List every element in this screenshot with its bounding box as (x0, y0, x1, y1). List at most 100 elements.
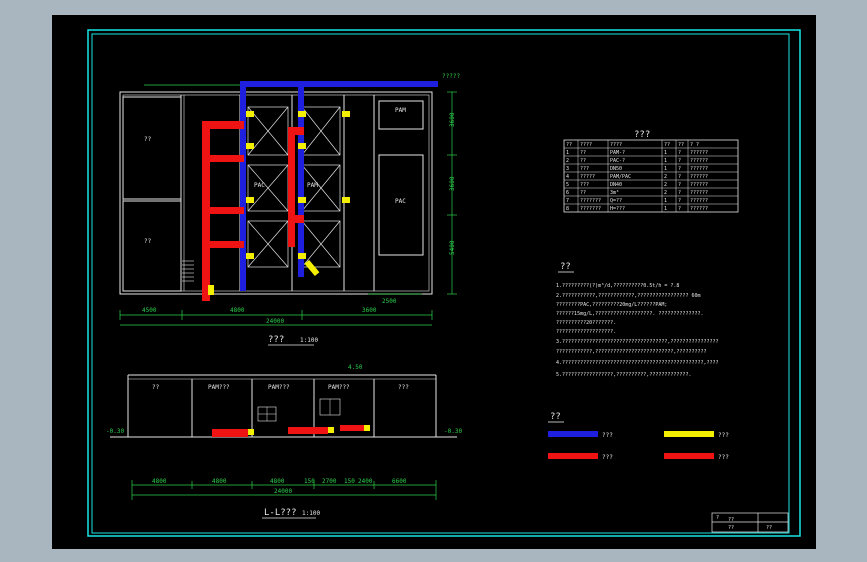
equipment-table: ??????????????? ?1?? PAM-? 1? ??????2?? PAC-… (563, 139, 739, 213)
table-cell: 1 (664, 166, 667, 172)
plan-outer-wall (119, 91, 433, 295)
table-header-cell: ?? (678, 142, 684, 148)
table-header-cell: ?? (664, 142, 670, 148)
table-cell: ?? (580, 190, 586, 196)
notes-body: 1.?????????(?)m³/d,??????????0.5t/h = ?.… (556, 283, 719, 378)
section-dim-4: 150 (304, 478, 315, 485)
table-cell: ?????? (690, 158, 708, 164)
table-cell: PAM/PAC (610, 174, 631, 180)
section-dim-2: 4800 (212, 478, 227, 485)
plan-dim-2: 3600 (362, 307, 377, 314)
table-cell: 7 (566, 198, 569, 204)
table-cell: 1 (664, 158, 667, 164)
table-cell: ? (678, 158, 681, 164)
table-cell: ??? (580, 182, 589, 188)
table-cell: ????? (580, 174, 595, 180)
table-cell: ? (678, 166, 681, 172)
note-line-7: 3.???????????????????????????????????,??… (556, 339, 719, 345)
table-cell: 3m³ (610, 190, 619, 196)
legend-swatch-red-2 (664, 453, 714, 459)
table-cell: ? (678, 190, 681, 196)
table-cell: 5 (566, 182, 569, 188)
section-scale: 1:100 (302, 510, 320, 517)
plan-view (119, 91, 433, 295)
notes-title: ?? (560, 262, 571, 272)
table-title: ??? (634, 130, 650, 140)
section-dim-total: 24000 (274, 488, 292, 495)
legend-swatch-blue (548, 431, 598, 437)
table-cell: DN40 (610, 182, 622, 188)
section-dim-7: 2400 (358, 478, 373, 485)
note-line-6: ???????????????????. (556, 329, 616, 335)
note-line-10: 5.?????????????????,??????????,?????????… (556, 372, 691, 378)
legend-label-2: ??? (718, 432, 729, 439)
plan-pac-tank (378, 154, 424, 256)
title-block-3: ?? (728, 525, 734, 531)
table-cell: 2 (664, 182, 667, 188)
note-line-9: 4.??????????????????????????????????????… (556, 360, 719, 366)
note-line-5: ??????????20???????. (556, 320, 616, 326)
section-dim-6: 150 (344, 478, 355, 485)
table-cell: ?????? (690, 198, 708, 204)
table-cell: DN50 (610, 166, 622, 172)
table-cell: 8 (566, 206, 569, 212)
section-room-2: PAM??? (208, 384, 230, 391)
table-cell: ??????? (580, 198, 601, 204)
plan-pam-center-label: PAM (307, 182, 318, 189)
section-level-right: -0.30 (444, 428, 462, 435)
table-header-cell: ?? (566, 142, 572, 148)
plan-dim-total: 24000 (266, 318, 284, 325)
table-cell: PAM-? (610, 150, 625, 156)
plan-scale: 1:100 (300, 337, 318, 344)
table-cell: ?????? (690, 150, 708, 156)
table-cell: ? (678, 150, 681, 156)
plan-dim-4: 2500 (382, 298, 397, 305)
table-cell: ?????? (690, 206, 708, 212)
table-cell: ?? (580, 158, 586, 164)
table-cell: ?????? (690, 182, 708, 188)
plan-dim-1: 4500 (142, 307, 157, 314)
red-pipe-branch-1 (202, 121, 244, 129)
section-dim-5: 2700 (322, 478, 337, 485)
section-dim-3: 4800 (270, 478, 285, 485)
plan-room-left-top (122, 96, 182, 200)
table-cell: H=??? (610, 206, 625, 212)
table-cell: ??????? (580, 206, 601, 212)
plan-pipes (202, 81, 438, 301)
legend-swatch-red-1 (548, 453, 598, 459)
note-line-4: ??????15mg/L,???????????????????. ??????… (556, 311, 704, 317)
section-level-left: -0.30 (106, 428, 124, 435)
section-room-1: ?? (152, 384, 160, 391)
table-header-cell: ? ? (690, 142, 699, 148)
title-block-code: ?? (766, 525, 772, 531)
note-line-3: ????????PAC,?????????20mg/L??????PAM; (556, 302, 667, 308)
plan-pac-center-label: PAC (254, 182, 265, 189)
red-pipe-branch-3 (202, 207, 244, 214)
plan-top-tag: ????? (442, 73, 460, 80)
table-header-cell: ???? (610, 142, 622, 148)
table-cell: ? (678, 206, 681, 212)
plan-pam-tank (378, 100, 424, 130)
table-cell: 2 (664, 174, 667, 180)
section-room-5: ??? (398, 384, 409, 391)
table-cell: 6 (566, 190, 569, 196)
plan-title: ??? (268, 335, 284, 345)
legend: ??? ??? ??? ??? (548, 431, 729, 461)
table-cell: 2 (566, 158, 569, 164)
plan-inner-wall (122, 94, 430, 292)
legend-title: ?? (550, 412, 561, 422)
table-cell: 1 (664, 206, 667, 212)
plan-dim-right-3: 5400 (449, 240, 456, 255)
red-pipe-drop (288, 127, 295, 247)
plan-dim-5: 4800 (230, 307, 245, 314)
table-cell: 3 (566, 166, 569, 172)
plan-dim-right-1: 3600 (449, 112, 456, 127)
plan-pac-label: PAC (395, 198, 406, 205)
table-cell: 1 (566, 150, 569, 156)
note-line-2: 2.???????????,????????????,?????????????… (556, 293, 701, 299)
table-cell: 1 (664, 150, 667, 156)
table-cell: 1 (664, 198, 667, 204)
note-line-8: ????????????,??????????????????????????,… (556, 349, 707, 355)
plan-pam-label: PAM (395, 107, 406, 114)
drawing-sheet: ?? ?? PAM PAC PAC PAM ????? 4500 3600 24… (52, 15, 816, 549)
